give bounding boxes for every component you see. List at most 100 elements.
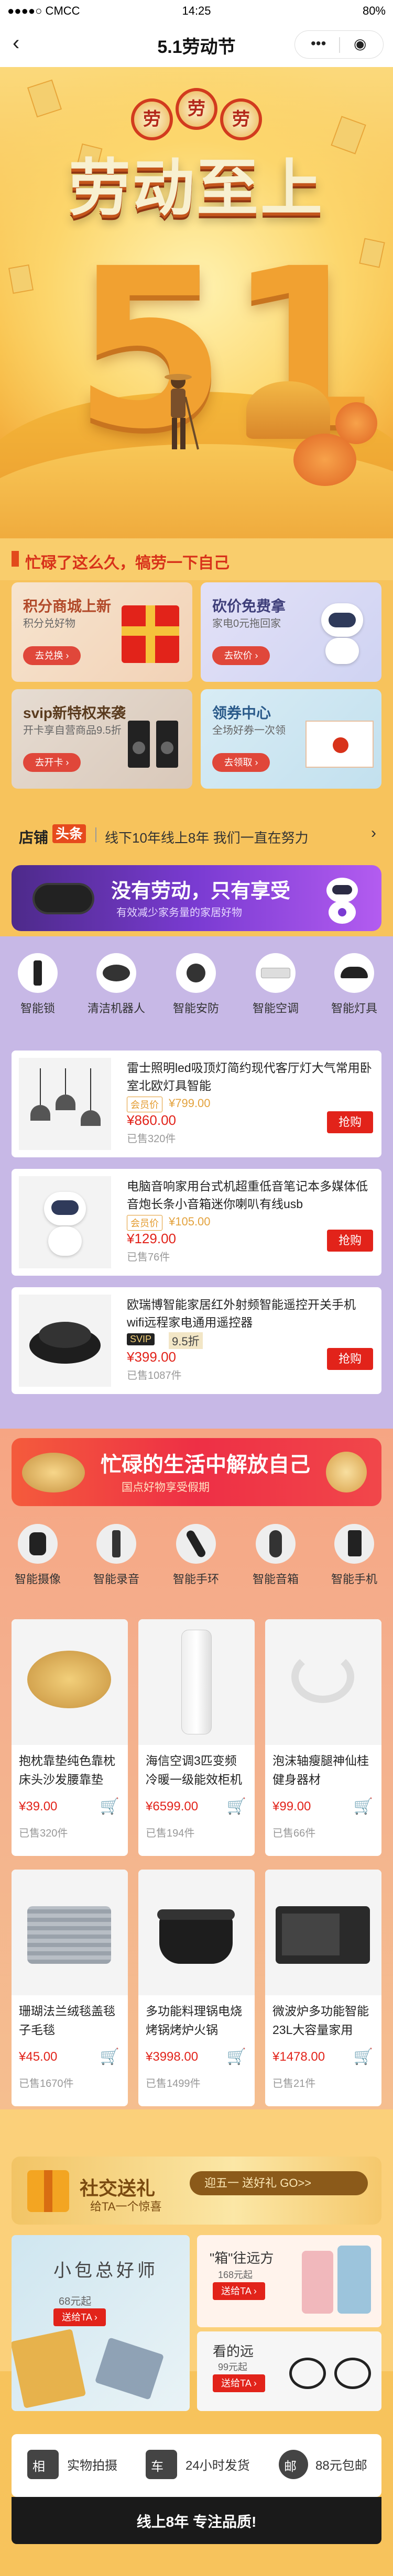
cushion-icon bbox=[326, 1452, 367, 1492]
speaker-icon bbox=[156, 721, 178, 768]
product-price: ¥39.00 bbox=[19, 1799, 58, 1814]
product-name: 海信空调3匹变频冷暖一级能效柜机 bbox=[146, 1754, 242, 1786]
buy-button[interactable]: 抢购 bbox=[327, 1230, 373, 1252]
category-smart-recorder[interactable]: 智能录音 bbox=[80, 1513, 153, 1587]
sold-count: 已售66件 bbox=[272, 1828, 316, 1839]
service-shipping: 24小时发货 bbox=[185, 2459, 250, 2473]
category-security[interactable]: 智能安防 bbox=[159, 943, 233, 1016]
cart-icon[interactable]: 🛒 bbox=[354, 1797, 373, 1816]
promo-svip[interactable]: svip新特权来袭 开卡享自营商品9.5折 去开卡 › bbox=[12, 689, 192, 789]
sold-count: 已售1499件 bbox=[146, 2078, 201, 2089]
product-name: 欧瑞博智能家居红外射频智能遥控开关手机wifi远程家电通用遥控器 bbox=[127, 1298, 356, 1329]
suitcase-image bbox=[337, 2246, 371, 2314]
vip-price: ¥799.00 bbox=[169, 1097, 211, 1110]
headline-ticker[interactable]: 店铺 头条 线下10年线上8年 我们一直在努力 › bbox=[0, 810, 393, 857]
autumn-tree bbox=[335, 402, 377, 444]
life-banner[interactable]: 忙碌的生活中解放自己 国点好物享受假期 bbox=[12, 1438, 381, 1506]
close-icon[interactable]: ◉ bbox=[354, 35, 366, 52]
cart-icon[interactable]: 🛒 bbox=[354, 2048, 373, 2066]
send-gift-button[interactable]: 送给TA › bbox=[213, 2374, 265, 2392]
category-smart-lock[interactable]: 智能锁 bbox=[1, 943, 74, 1016]
send-gift-button[interactable]: 送给TA › bbox=[213, 2282, 265, 2300]
ticker-logo: 店铺 bbox=[19, 830, 49, 846]
truck-icon: 车 bbox=[146, 2450, 177, 2479]
smart-home-banner[interactable]: 没有劳动，只有享受 有效减少家务量的家居好物 bbox=[12, 865, 381, 931]
remote-hub-image bbox=[19, 1295, 111, 1387]
promo-points-mall[interactable]: 积分商城上新 积分兑好物 去兑换 › bbox=[12, 582, 192, 682]
buy-button[interactable]: 抢购 bbox=[327, 1111, 373, 1133]
sold-count: 已售1087件 bbox=[127, 1370, 182, 1381]
phone-icon bbox=[334, 1524, 374, 1564]
air-conditioner-image bbox=[138, 1619, 255, 1745]
gift-card-bag[interactable]: 小包总好师 68元起 送给TA › bbox=[12, 2235, 190, 2411]
air-conditioner-icon bbox=[256, 953, 296, 993]
product-price: ¥399.00 bbox=[127, 1349, 176, 1365]
product-price: ¥3998.00 bbox=[146, 2050, 199, 2064]
grid-product-card[interactable]: 珊瑚法兰绒毯盖毯子毛毯 ¥45.00 🛒 已售1670件 bbox=[12, 1870, 128, 2106]
product-name: 微波炉多功能智能23L大容量家用 bbox=[272, 2004, 369, 2037]
speaker-icon bbox=[256, 1524, 296, 1564]
robot-speaker-image bbox=[19, 1176, 111, 1268]
lock-icon bbox=[18, 953, 58, 993]
product-name: 雷士照明led吸顶灯简约现代客厅灯大气常用卧室北欧灯具智能 bbox=[127, 1061, 372, 1092]
camera-icon bbox=[18, 1524, 58, 1564]
category-smart-speaker[interactable]: 智能音箱 bbox=[239, 1513, 312, 1587]
product-card[interactable]: 雷士照明led吸顶灯简约现代客厅灯大气常用卧室北欧灯具智能 会员价 ¥799.0… bbox=[12, 1051, 381, 1157]
product-card[interactable]: 电脑音响家用台式机超重低音笔记本多媒体低音炮长条小音箱迷你喇叭有线usb 会员价… bbox=[12, 1169, 381, 1276]
grid-product-card[interactable]: 多功能料理锅电烧烤锅烤炉火锅 ¥3998.00 🛒 已售1499件 bbox=[138, 1870, 255, 2106]
category-cleaning-robot[interactable]: 清洁机器人 bbox=[80, 943, 153, 1016]
hero-title: 劳动至上 bbox=[68, 152, 324, 224]
cart-icon[interactable]: 🛒 bbox=[227, 2048, 246, 2066]
product-card[interactable]: 欧瑞博智能家居红外射频智能遥控开关手机wifi远程家电通用遥控器 SVIP 9.… bbox=[12, 1287, 381, 1394]
medal-icon: 劳 bbox=[220, 98, 262, 140]
cart-icon[interactable]: 🛒 bbox=[100, 2048, 119, 2066]
category-lights[interactable]: 智能灯具 bbox=[318, 943, 391, 1016]
grid-product-card[interactable]: 微波炉多功能智能23L大容量家用 ¥1478.00 🛒 已售21件 bbox=[265, 1870, 381, 2106]
product-name: 多功能料理锅电烧烤锅烤炉火锅 bbox=[146, 2004, 242, 2037]
gift-card-glasses[interactable]: 看的远 99元起 送给TA › bbox=[197, 2331, 381, 2411]
medal-icon: 劳 bbox=[131, 98, 173, 140]
promo-bargain[interactable]: 砍价免费拿 家电0元拖回家 去砍价 › bbox=[201, 582, 381, 682]
product-price: ¥1478.00 bbox=[272, 2050, 325, 2064]
exchange-button[interactable]: 去兑换 › bbox=[23, 646, 81, 665]
camera-icon: 相 bbox=[27, 2450, 59, 2479]
svip-discount: 9.5折 bbox=[169, 1332, 203, 1349]
cart-icon[interactable]: 🛒 bbox=[227, 1797, 246, 1816]
ticker-text[interactable]: 线下10年线上8年 我们一直在努力 bbox=[105, 827, 351, 847]
gift-banner[interactable]: 社交送礼 给TA一个惊喜 迎五一 送好礼 GO>> bbox=[12, 2157, 381, 2225]
nav-bar: ‹ 5.1劳动节 ••• ◉ bbox=[0, 21, 393, 67]
gift-go-button[interactable]: 迎五一 送好礼 GO>> bbox=[190, 2171, 368, 2195]
product-name: 抱枕靠垫纯色靠枕床头沙发腰靠垫 bbox=[19, 1754, 115, 1786]
envelope-icon bbox=[305, 721, 374, 768]
chevron-right-icon[interactable]: › bbox=[371, 824, 376, 842]
category-smart-camera[interactable]: 智能摄像 bbox=[1, 1513, 74, 1587]
speaker-icon bbox=[128, 721, 150, 768]
sold-count: 已售21件 bbox=[272, 2078, 316, 2089]
product-name: 泡沫轴瘦腿神仙桂健身器材 bbox=[272, 1754, 369, 1786]
grid-product-card[interactable]: 抱枕靠垫纯色靠枕床头沙发腰靠垫 ¥39.00 🛒 已售320件 bbox=[12, 1619, 128, 1856]
category-smart-band[interactable]: 智能手环 bbox=[159, 1513, 233, 1587]
send-gift-button[interactable]: 送给TA › bbox=[53, 2308, 106, 2326]
open-card-button[interactable]: 去开卡 › bbox=[23, 753, 81, 772]
cart-icon[interactable]: 🛒 bbox=[100, 1797, 119, 1816]
robot-icon bbox=[316, 603, 368, 666]
claim-button[interactable]: 去领取 › bbox=[212, 753, 270, 772]
battery: 80% bbox=[362, 4, 386, 17]
sold-count: 已售194件 bbox=[146, 1828, 195, 1839]
product-name: 珊瑚法兰绒毯盖毯子毛毯 bbox=[19, 2004, 115, 2037]
category-air-conditioner[interactable]: 智能空调 bbox=[239, 943, 312, 1016]
buy-button[interactable]: 抢购 bbox=[327, 1348, 373, 1370]
glasses-image bbox=[334, 2358, 371, 2389]
category-smart-phone[interactable]: 智能手机 bbox=[318, 1513, 391, 1587]
gift-card-suitcase[interactable]: "箱"往远方 168元起 送给TA › bbox=[197, 2235, 381, 2327]
promo-coupon[interactable]: 领券中心 全场好券一次领 去领取 › bbox=[201, 689, 381, 789]
slogan-bar: 忙碌了这么久，犒劳一下自己 bbox=[0, 538, 393, 580]
grid-product-card[interactable]: 泡沫轴瘦腿神仙桂健身器材 ¥99.00 🛒 已售66件 bbox=[265, 1619, 381, 1856]
bargain-button[interactable]: 去砍价 › bbox=[212, 646, 270, 665]
sold-count: 已售76件 bbox=[127, 1252, 170, 1263]
grid-product-card[interactable]: 海信空调3匹变频冷暖一级能效柜机 ¥6599.00 🛒 已售194件 bbox=[138, 1619, 255, 1856]
bag-image bbox=[94, 2337, 165, 2400]
more-icon[interactable]: ••• bbox=[311, 35, 326, 52]
vip-badge: 会员价 bbox=[127, 1215, 162, 1231]
product-price: ¥129.00 bbox=[127, 1231, 176, 1246]
